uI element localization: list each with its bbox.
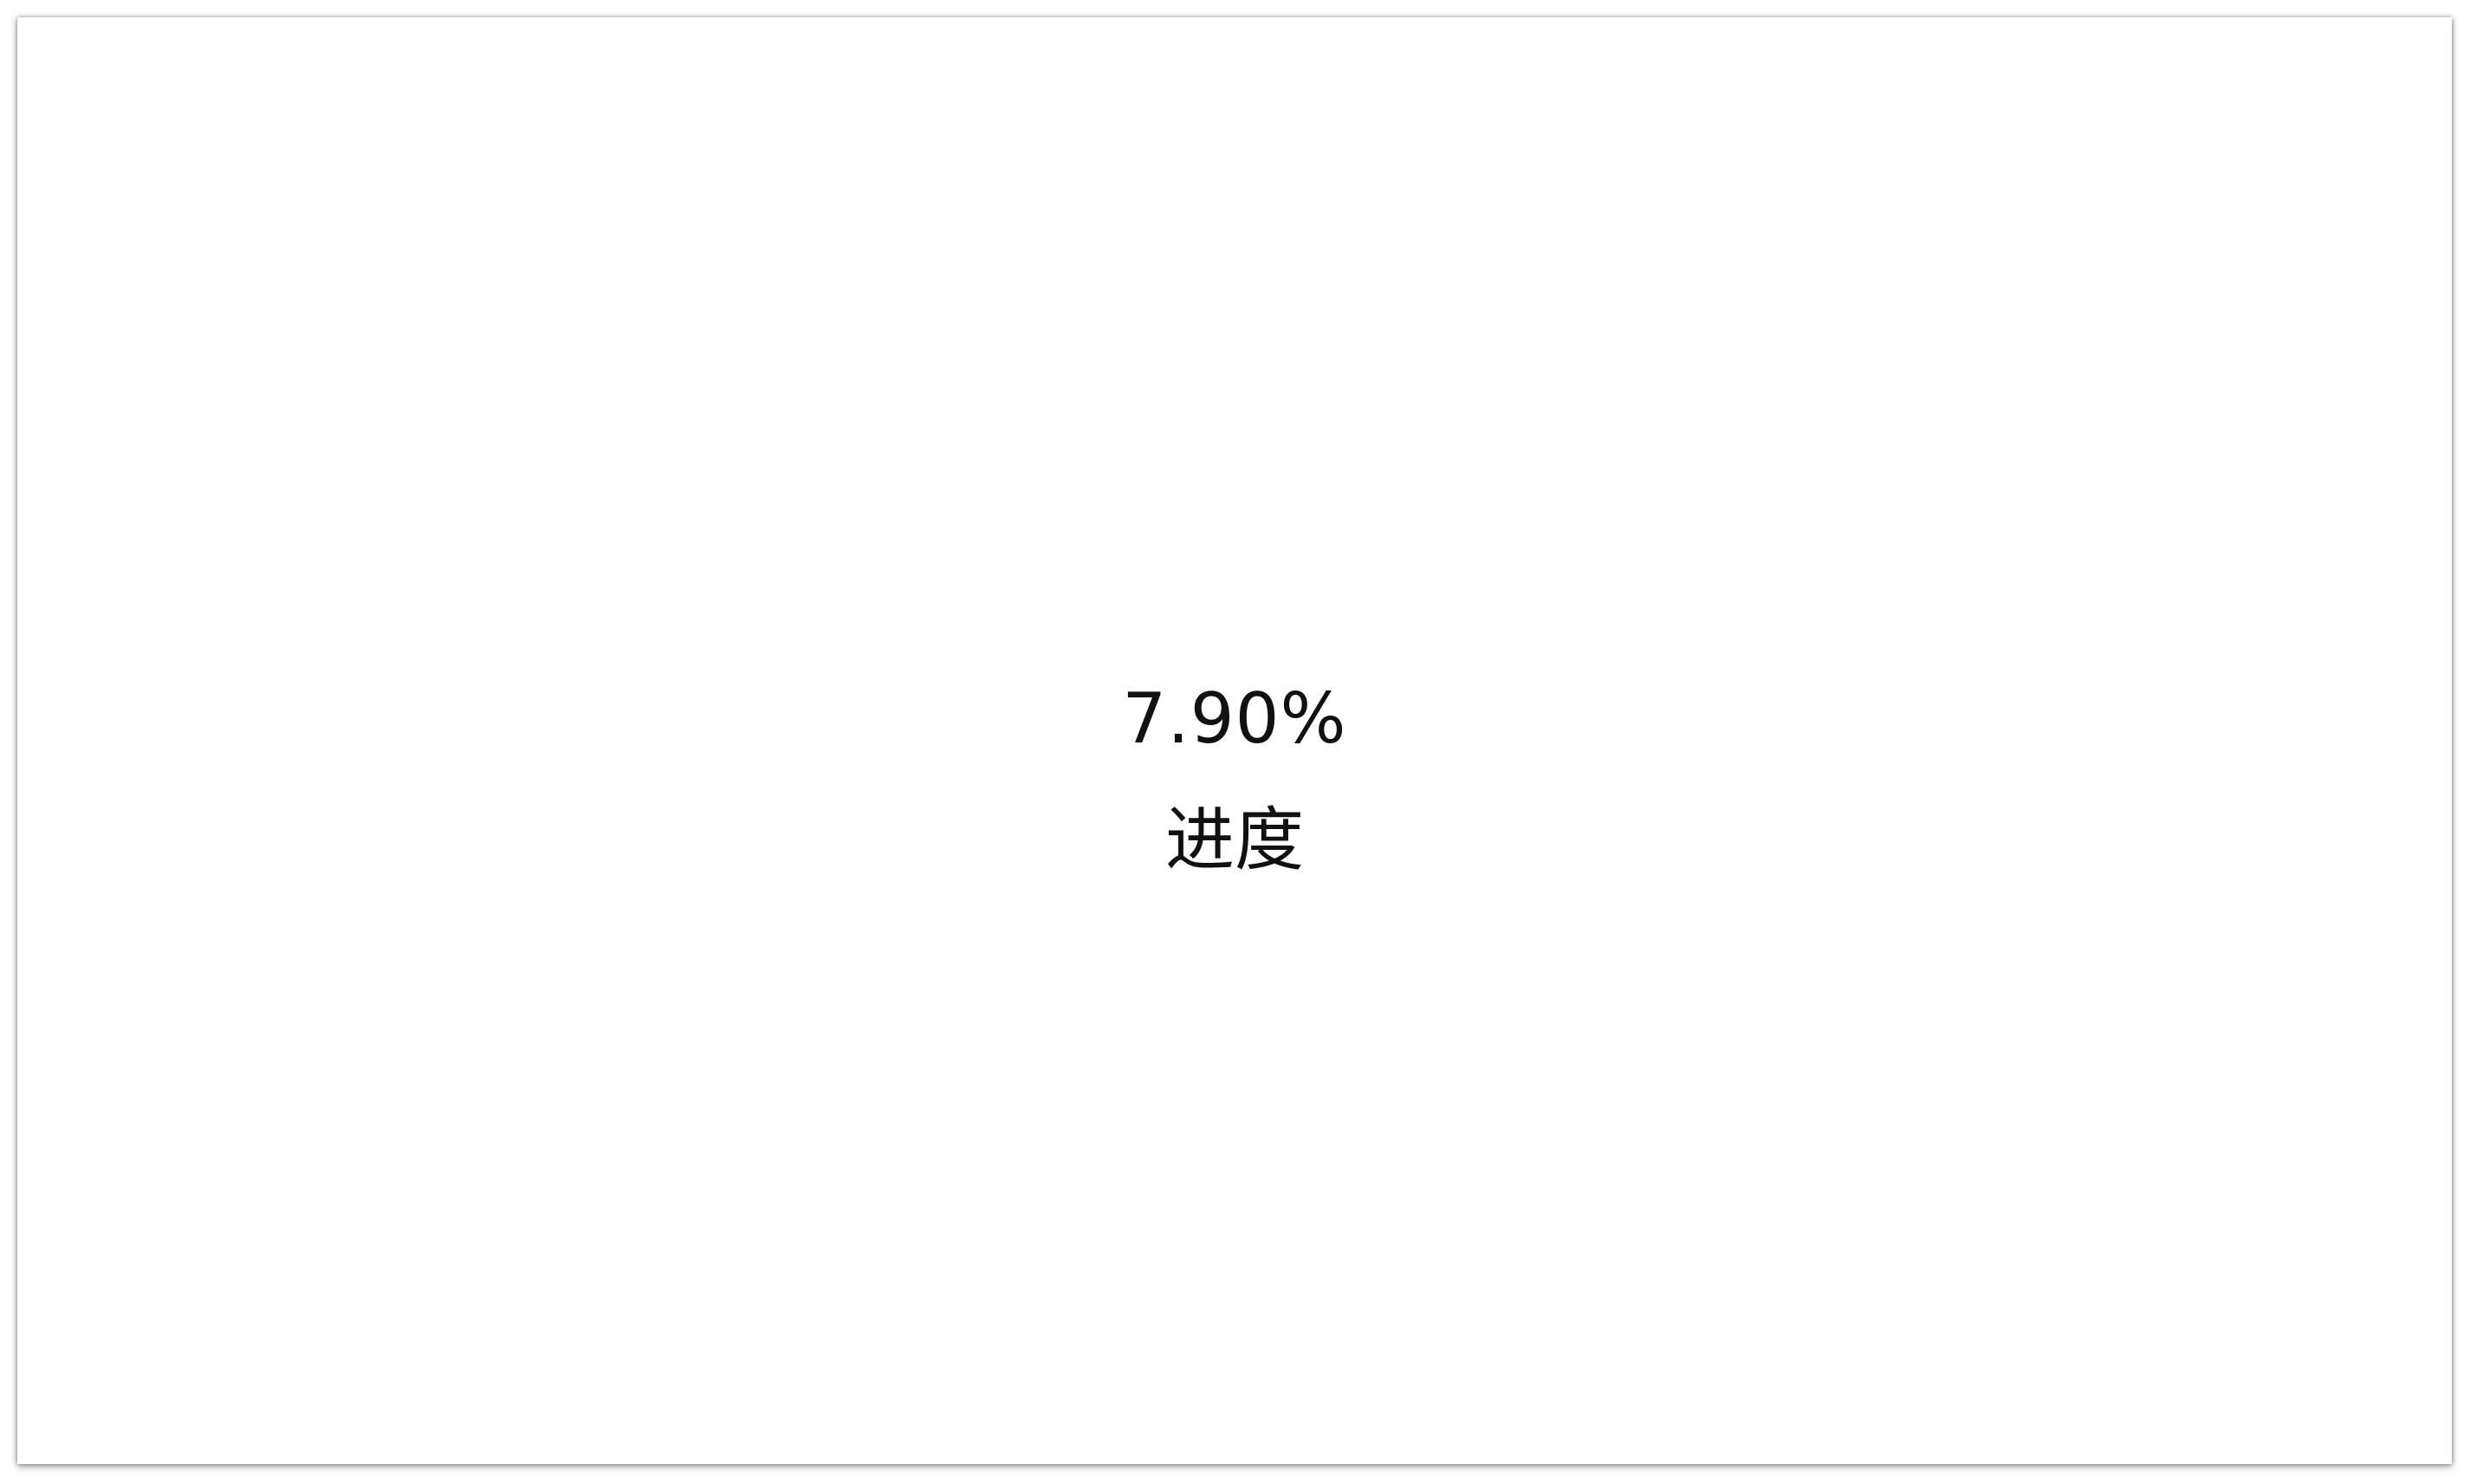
- progress-percentage: 7.90%: [1122, 678, 1347, 759]
- progress-window: 7.90% 进度: [17, 17, 2452, 1464]
- progress-label: 进度: [1165, 800, 1304, 880]
- progress-display: 7.90% 进度: [17, 676, 2452, 884]
